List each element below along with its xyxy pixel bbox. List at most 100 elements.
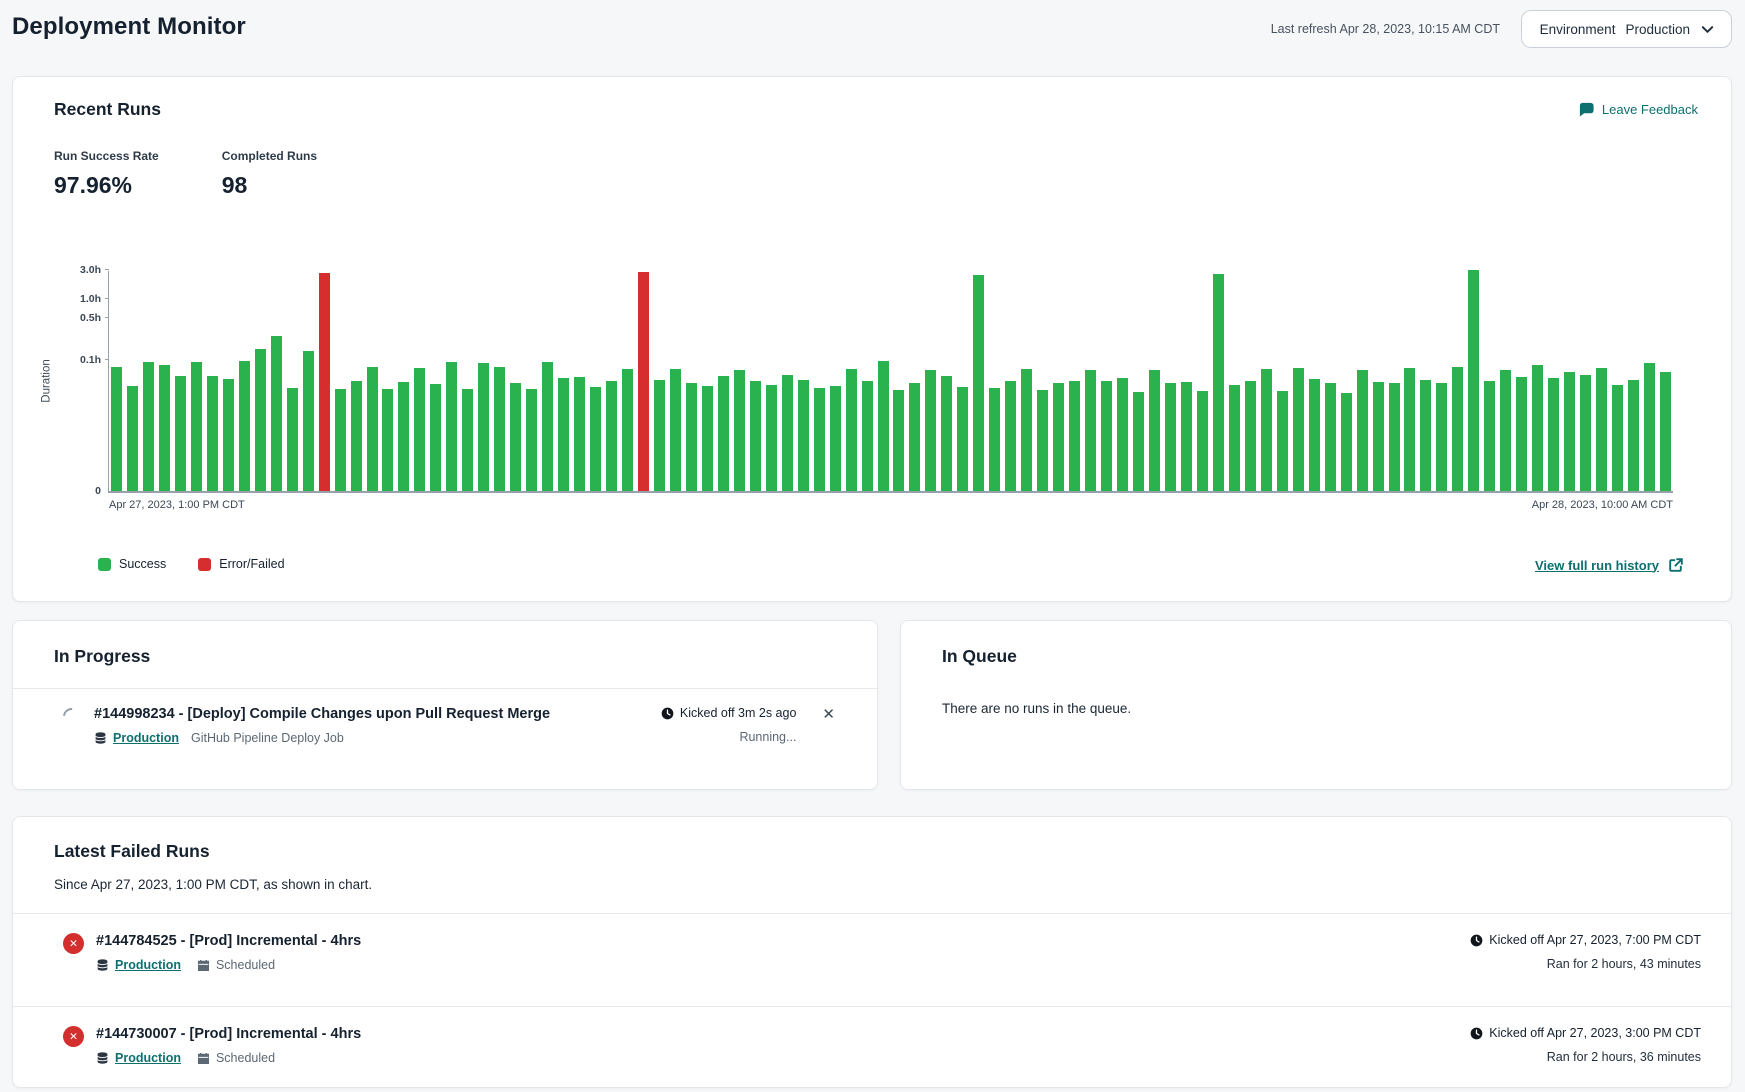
chart-bar-success[interactable] (654, 380, 665, 491)
chart-bar-success[interactable] (750, 381, 761, 491)
in-progress-run-row[interactable]: #144998234 - [Deploy] Compile Changes up… (63, 706, 835, 745)
chart-bar-success[interactable] (287, 388, 298, 491)
chart-bar-success[interactable] (414, 368, 425, 491)
chart-bar-success[interactable] (1165, 383, 1176, 491)
chart-bar-success[interactable] (1181, 382, 1192, 491)
chart-bar-success[interactable] (1373, 382, 1384, 491)
chart-bar-success[interactable] (1325, 383, 1336, 491)
chart-bar-success[interactable] (462, 389, 473, 491)
chart-bar-success[interactable] (1580, 375, 1591, 491)
chart-bar-success[interactable] (702, 386, 713, 491)
chart-bar-success[interactable] (862, 381, 873, 491)
chart-bar-success[interactable] (1293, 368, 1304, 491)
chart-bar-success[interactable] (973, 275, 984, 491)
chart-bar-success[interactable] (1309, 379, 1320, 491)
chart-bar-success[interactable] (766, 385, 777, 491)
chart-bar-success[interactable] (1213, 274, 1224, 491)
chart-bar-success[interactable] (1468, 270, 1479, 491)
chart-bar-success[interactable] (1436, 383, 1447, 491)
environment-link[interactable]: Production (96, 958, 181, 972)
chart-bar-success[interactable] (239, 361, 250, 491)
chart-bar-success[interactable] (606, 381, 617, 491)
chart-bar-success[interactable] (1341, 393, 1352, 491)
chart-bar-success[interactable] (1389, 383, 1400, 491)
leave-feedback-link[interactable]: Leave Feedback (1578, 101, 1698, 118)
environment-link[interactable]: Production (96, 1051, 181, 1065)
environment-link[interactable]: Production (94, 731, 179, 745)
chart-bar-success[interactable] (558, 378, 569, 491)
chart-bar-success[interactable] (1229, 385, 1240, 491)
chart-bar-failed[interactable] (319, 273, 330, 491)
chart-bar-success[interactable] (335, 389, 346, 491)
chart-bar-success[interactable] (1133, 392, 1144, 491)
chart-bar-success[interactable] (622, 369, 633, 491)
chart-bar-success[interactable] (893, 390, 904, 491)
chart-bar-success[interactable] (941, 376, 952, 491)
chart-bar-success[interactable] (223, 379, 234, 491)
chart-bar-success[interactable] (1037, 390, 1048, 491)
chart-bar-success[interactable] (111, 367, 122, 491)
chart-bar-success[interactable] (143, 362, 154, 491)
chart-bar-success[interactable] (1053, 383, 1064, 491)
chart-bar-success[interactable] (1357, 370, 1368, 491)
chart-bar-success[interactable] (989, 388, 1000, 491)
chart-bar-success[interactable] (255, 349, 266, 491)
chart-bar-success[interactable] (1516, 377, 1527, 491)
close-icon[interactable]: ✕ (822, 706, 835, 723)
chart-bar-success[interactable] (670, 369, 681, 491)
chart-bar-success[interactable] (1564, 372, 1575, 491)
chart-bar-success[interactable] (782, 375, 793, 491)
chart-bar-success[interactable] (878, 361, 889, 491)
chart-bar-success[interactable] (1484, 381, 1495, 491)
chart-bar-success[interactable] (478, 363, 489, 491)
chart-bar-success[interactable] (798, 380, 809, 491)
chart-bar-success[interactable] (1149, 370, 1160, 491)
chart-bar-success[interactable] (303, 351, 314, 491)
chart-bar-success[interactable] (1500, 370, 1511, 491)
failed-run-row[interactable]: ✕ #144784525 - [Prod] Incremental - 4hrs… (63, 933, 1701, 972)
chart-bar-success[interactable] (1596, 368, 1607, 491)
chart-bar-success[interactable] (1197, 391, 1208, 491)
chart-bar-success[interactable] (271, 336, 282, 491)
chart-bar-success[interactable] (1261, 369, 1272, 491)
chart-bar-success[interactable] (925, 370, 936, 491)
chart-bar-success[interactable] (1005, 381, 1016, 491)
chart-bar-success[interactable] (351, 381, 362, 491)
chart-bar-success[interactable] (1628, 380, 1639, 491)
chart-bar-success[interactable] (1452, 367, 1463, 491)
chart-bar-success[interactable] (398, 382, 409, 491)
chart-bar-success[interactable] (446, 362, 457, 491)
chart-bar-success[interactable] (1085, 370, 1096, 491)
chart-bar-success[interactable] (846, 369, 857, 491)
chart-bar-success[interactable] (382, 389, 393, 491)
chart-bar-success[interactable] (1548, 378, 1559, 491)
chart-bar-success[interactable] (127, 386, 138, 491)
chart-bar-success[interactable] (367, 367, 378, 491)
chart-bar-success[interactable] (494, 367, 505, 491)
chart-bar-success[interactable] (1245, 381, 1256, 491)
chart-bar-success[interactable] (207, 376, 218, 491)
chart-bar-success[interactable] (957, 387, 968, 491)
chart-bar-success[interactable] (526, 389, 537, 491)
chart-bar-success[interactable] (1101, 381, 1112, 491)
chart-bar-success[interactable] (1612, 385, 1623, 491)
chart-bar-success[interactable] (814, 388, 825, 491)
chart-bar-success[interactable] (1117, 378, 1128, 491)
chart-bar-success[interactable] (542, 362, 553, 491)
chart-bar-success[interactable] (1420, 380, 1431, 491)
chart-bar-success[interactable] (718, 376, 729, 491)
chart-bar-success[interactable] (1644, 363, 1655, 491)
chart-bar-success[interactable] (590, 387, 601, 491)
chart-bar-success[interactable] (1660, 372, 1671, 491)
chart-bar-success[interactable] (1021, 369, 1032, 491)
chart-bar-success[interactable] (830, 386, 841, 491)
chart-bar-success[interactable] (1532, 365, 1543, 491)
environment-dropdown[interactable]: Environment Production (1521, 10, 1732, 48)
chart-bar-success[interactable] (159, 365, 170, 491)
chart-bar-success[interactable] (430, 384, 441, 491)
chart-bar-success[interactable] (175, 376, 186, 491)
chart-bar-success[interactable] (510, 383, 521, 491)
view-full-run-history-link[interactable]: View full run history (1535, 557, 1684, 573)
chart-bar-failed[interactable] (638, 272, 649, 492)
chart-bar-success[interactable] (191, 362, 202, 491)
